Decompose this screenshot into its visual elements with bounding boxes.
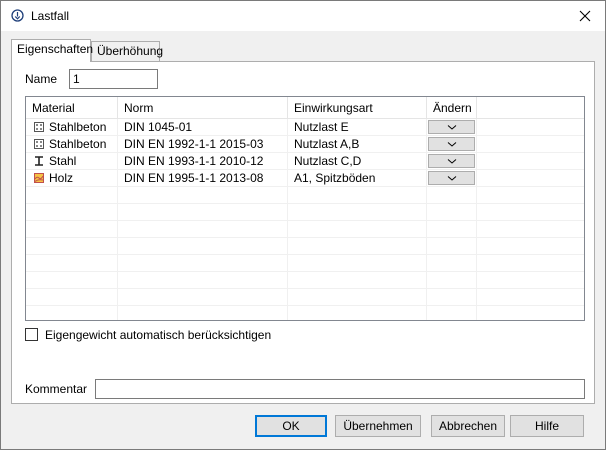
empty-row (26, 238, 584, 255)
eigengewicht-checkbox[interactable] (25, 328, 38, 341)
table-row[interactable]: Holz DIN EN 1995-1-1 2013-08 A1, Spitzbö… (26, 170, 584, 187)
einwirkungsart-cell: A1, Spitzböden (294, 171, 376, 185)
empty-row (26, 221, 584, 238)
chevron-down-icon (447, 159, 457, 164)
norm-cell: DIN EN 1995-1-1 2013-08 (124, 171, 264, 185)
einwirkungsart-cell: Nutzlast E (294, 120, 349, 134)
empty-row (26, 272, 584, 289)
material-cell: Holz (49, 171, 74, 185)
name-input[interactable]: 1 (69, 69, 158, 89)
column-header-filler (477, 97, 584, 119)
chevron-down-icon (447, 125, 457, 130)
eigengewicht-label: Eigengewicht automatisch berücksichtigen (45, 328, 272, 342)
table-row[interactable]: Stahlbeton DIN EN 1992-1-1 2015-03 Nutzl… (26, 136, 584, 153)
material-cell: Stahlbeton (49, 120, 107, 134)
title-bar: Lastfall (1, 1, 605, 31)
einwirkungsart-cell: Nutzlast A,B (294, 137, 360, 151)
column-header-material[interactable]: Material (26, 97, 118, 119)
einwirkungsart-cell: Nutzlast C,D (294, 154, 362, 168)
table-row[interactable]: Stahlbeton DIN 1045-01 Nutzlast E (26, 119, 584, 136)
concrete-icon (34, 122, 44, 132)
norm-cell: DIN EN 1993-1-1 2010-12 (124, 154, 264, 168)
column-header-einwirkungsart[interactable]: Einwirkungsart (288, 97, 427, 119)
kommentar-label: Kommentar (25, 382, 88, 396)
column-header-aendern[interactable]: Ändern (427, 97, 477, 119)
empty-row (26, 289, 584, 306)
name-label: Name (25, 72, 58, 86)
tab-ueberhoehung[interactable]: Überhöhung (91, 41, 164, 61)
column-header-norm[interactable]: Norm (118, 97, 288, 119)
cancel-button[interactable]: Abbrechen (431, 415, 505, 437)
aendern-dropdown-button[interactable] (428, 171, 475, 185)
material-table: Material Norm Einwirkungsart Ändern Stah… (25, 96, 585, 321)
aendern-dropdown-button[interactable] (428, 154, 475, 168)
aendern-dropdown-button[interactable] (428, 120, 475, 134)
apply-button[interactable]: Übernehmen (335, 415, 421, 437)
window-title: Lastfall (31, 9, 70, 23)
empty-row (26, 187, 584, 204)
ok-button[interactable]: OK (255, 415, 327, 437)
concrete-icon (34, 139, 44, 149)
material-cell: Stahl (49, 154, 77, 168)
tab-eigenschaften[interactable]: Eigenschaften (11, 39, 94, 62)
norm-cell: DIN EN 1992-1-1 2015-03 (124, 137, 264, 151)
wood-icon (34, 173, 44, 183)
norm-cell: DIN 1045-01 (124, 120, 193, 134)
tab-label: Überhöhung (97, 44, 164, 58)
app-icon (11, 9, 24, 22)
chevron-down-icon (447, 142, 457, 147)
chevron-down-icon (447, 176, 457, 181)
empty-row (26, 204, 584, 221)
help-button[interactable]: Hilfe (510, 415, 584, 437)
aendern-dropdown-button[interactable] (428, 137, 475, 151)
empty-row (26, 255, 584, 272)
kommentar-input[interactable] (95, 379, 585, 399)
steel-beam-icon (35, 156, 43, 166)
dialog-window: Lastfall Eigenschaften Überhöhung Name 1… (0, 0, 606, 450)
tab-label: Eigenschaften (17, 42, 94, 56)
table-row[interactable]: Stahl DIN EN 1993-1-1 2010-12 Nutzlast C… (26, 153, 584, 170)
material-cell: Stahlbeton (49, 137, 107, 151)
close-icon[interactable] (575, 6, 595, 26)
